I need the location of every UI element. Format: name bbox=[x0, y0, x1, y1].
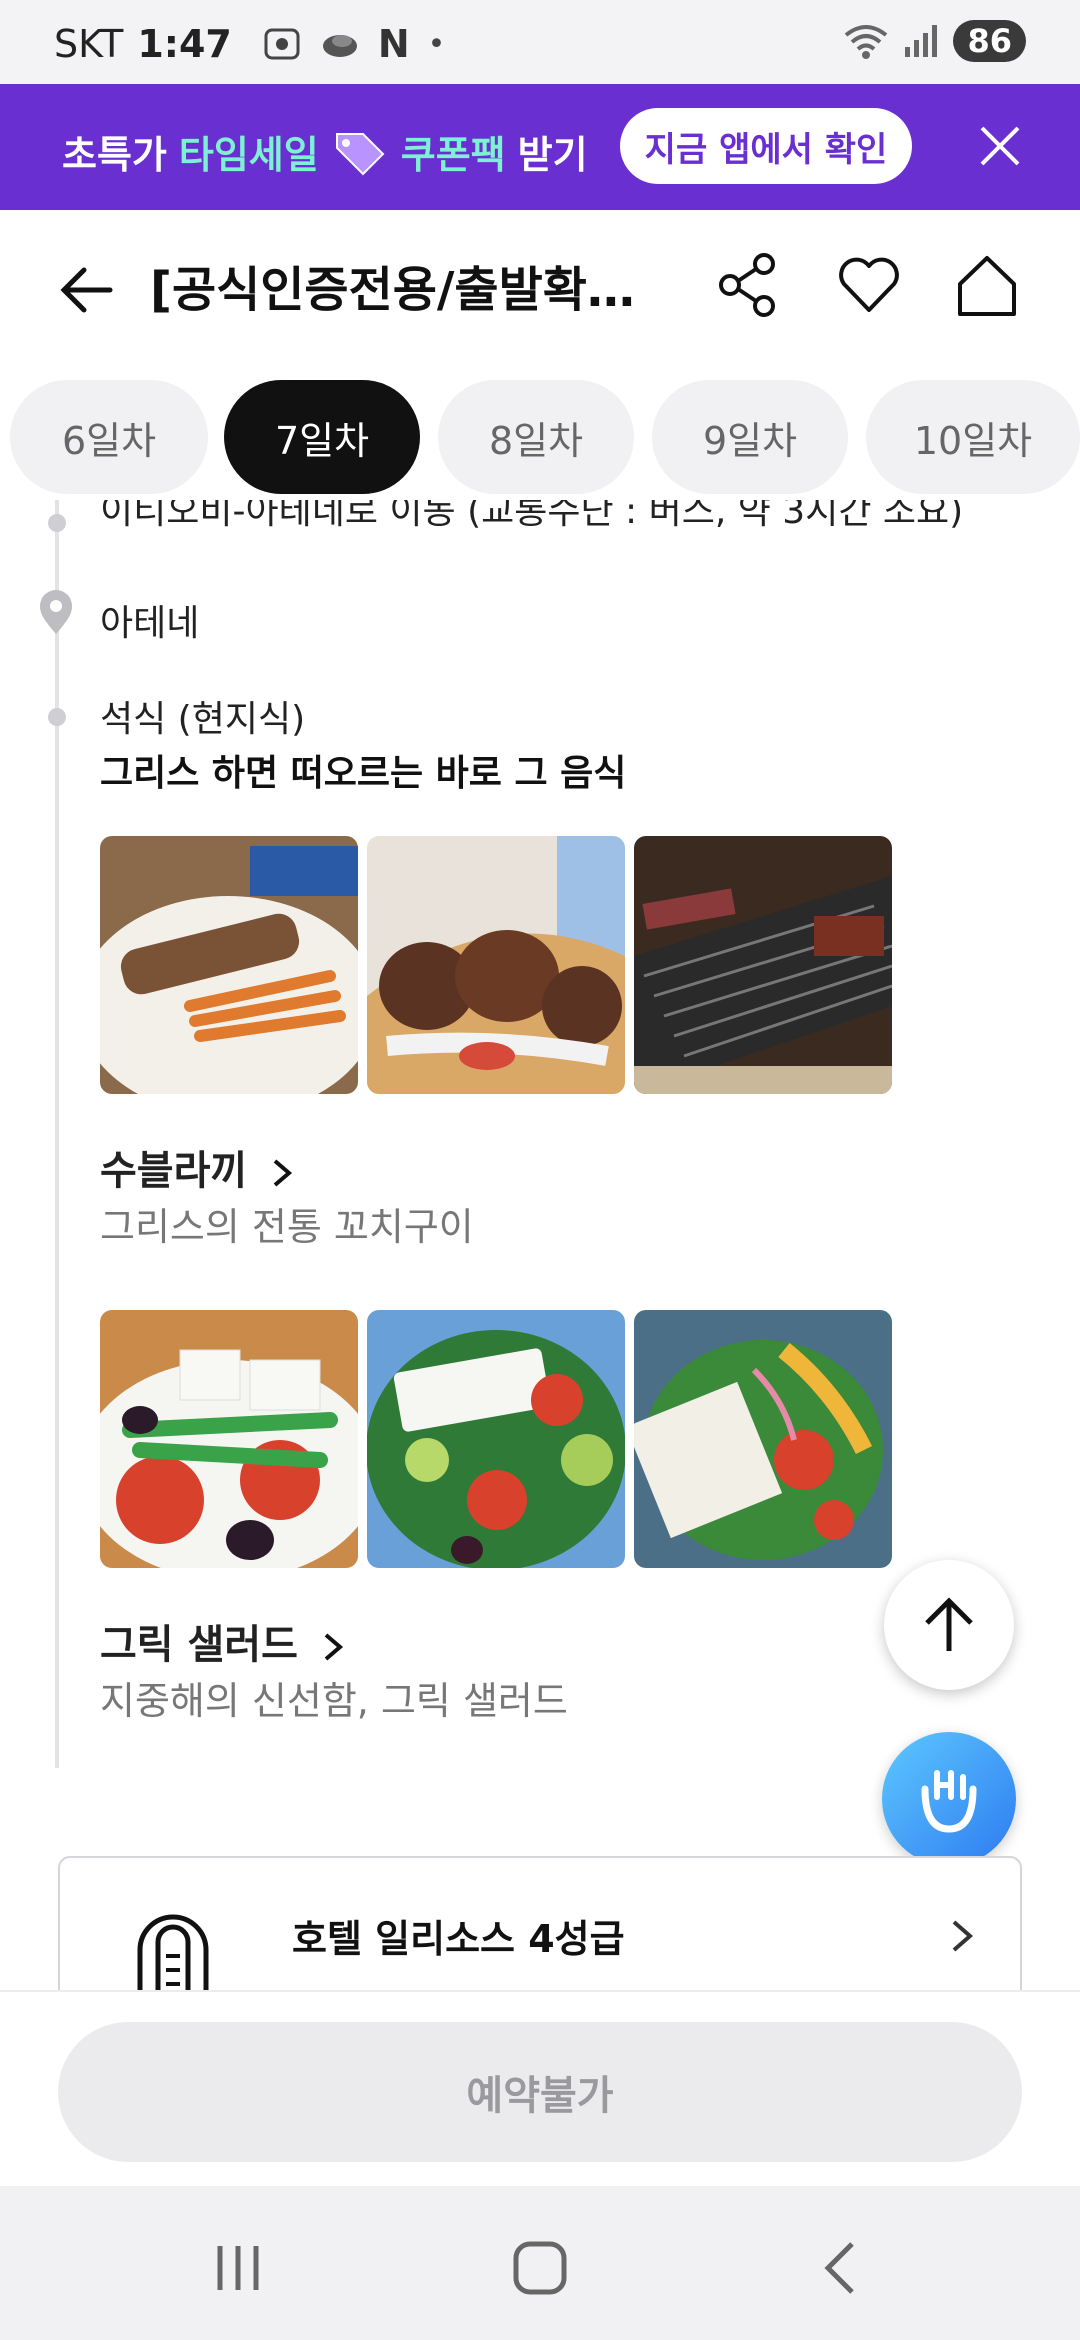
back-arrow-icon[interactable] bbox=[58, 260, 118, 320]
status-right: 86 bbox=[843, 20, 1026, 62]
dish-salad-link[interactable]: 그릭 샐러드 bbox=[100, 1612, 346, 1670]
promo-suffix: 받기 bbox=[517, 133, 588, 177]
timeline-dot bbox=[48, 514, 66, 532]
promo-text: 초특가 타임세일 쿠폰팩 받기 bbox=[62, 124, 588, 179]
cloud-icon bbox=[322, 35, 357, 57]
tab-day-10[interactable]: 10일차 bbox=[866, 380, 1080, 494]
status-left: SKT 1:47 N • bbox=[54, 22, 445, 66]
battery-badge: 86 bbox=[953, 20, 1026, 62]
day-tabs: 6일차 7일차 8일차 9일차 10일차 bbox=[0, 380, 1080, 496]
souvlaki-photos bbox=[100, 836, 892, 1094]
coupon-tag-icon bbox=[335, 132, 385, 175]
itinerary-content: 이티오비-아테네로 이동 (교통수단 : 버스, 약 3시간 소요) 아테네 석… bbox=[0, 500, 1080, 1990]
share-icon[interactable] bbox=[712, 250, 782, 320]
open-app-button[interactable]: 지금 앱에서 확인 bbox=[620, 108, 912, 184]
promo-prefix: 초특가 bbox=[62, 133, 167, 177]
promo-time-sale: 타임세일 bbox=[178, 133, 319, 177]
screenshot-icon bbox=[264, 28, 300, 60]
recent-apps-icon[interactable] bbox=[208, 2238, 268, 2298]
salad-photos bbox=[100, 1310, 892, 1568]
promo-coupon: 쿠폰팩 bbox=[400, 133, 506, 177]
tab-day-7[interactable]: 7일차 bbox=[224, 380, 420, 494]
city-name: 아테네 bbox=[100, 603, 200, 644]
carrier: SKT bbox=[54, 22, 124, 66]
chatbot-button[interactable] bbox=[882, 1732, 1016, 1866]
signal-icon bbox=[905, 25, 938, 57]
page-title: [공식인증전용/출발확정] 그리스 일주 10일 bbox=[150, 262, 650, 318]
tab-day-8[interactable]: 8일차 bbox=[438, 380, 634, 494]
dish-souvlaki-desc: 그리스의 전통 꼬치구이 bbox=[100, 1205, 474, 1249]
dish-souvlaki-link[interactable]: 수블라끼 bbox=[100, 1138, 295, 1196]
arrow-up-icon bbox=[925, 1597, 973, 1651]
meal-label: 석식 (현지식) bbox=[100, 699, 306, 740]
chevron-right-icon bbox=[324, 1633, 343, 1661]
meal-headline: 그리스 하면 떠오르는 바로 그 음식 bbox=[100, 753, 627, 794]
salad-photo-3[interactable] bbox=[634, 1310, 892, 1568]
salad-photo-2[interactable] bbox=[367, 1310, 625, 1568]
system-nav-bar bbox=[0, 2186, 1080, 2340]
promo-banner[interactable]: 초특가 타임세일 쿠폰팩 받기 지금 앱에서 확인 bbox=[0, 84, 1080, 210]
home-icon[interactable] bbox=[952, 250, 1022, 320]
status-icons: N • bbox=[262, 22, 446, 66]
bottom-action-bar: 예약불가 bbox=[0, 1990, 1080, 2186]
dot-icon: • bbox=[427, 26, 446, 62]
wifi-icon bbox=[845, 25, 888, 59]
transfer-note: 이티오비-아테네로 이동 (교통수단 : 버스, 약 3시간 소요) bbox=[100, 500, 964, 532]
status-bar: SKT 1:47 N • 86 bbox=[0, 0, 1080, 84]
scroll-to-top-button[interactable] bbox=[884, 1560, 1014, 1690]
dish-souvlaki-name: 수블라끼 bbox=[100, 1148, 248, 1194]
timeline-dot bbox=[48, 708, 66, 726]
top-header: [공식인증전용/출발확정] 그리스 일주 10일 bbox=[0, 210, 1080, 360]
hotel-name: 호텔 일리소스 4성급 bbox=[292, 1917, 625, 1961]
netflix-icon: N bbox=[377, 22, 410, 66]
close-icon[interactable] bbox=[976, 122, 1024, 170]
tab-day-6[interactable]: 6일차 bbox=[10, 380, 208, 494]
chevron-right-icon bbox=[952, 1920, 974, 1952]
home-nav-icon[interactable] bbox=[510, 2238, 570, 2298]
dish-salad-name: 그릭 샐러드 bbox=[100, 1622, 298, 1668]
heart-icon[interactable] bbox=[834, 250, 904, 320]
hi-chat-icon bbox=[921, 1770, 977, 1833]
clock: 1:47 bbox=[137, 22, 232, 66]
souvlaki-photo-3[interactable] bbox=[634, 836, 892, 1094]
reserve-button[interactable]: 예약불가 bbox=[58, 2022, 1022, 2162]
souvlaki-photo-2[interactable] bbox=[367, 836, 625, 1094]
chevron-right-icon bbox=[273, 1159, 293, 1187]
hotel-card[interactable]: 호텔 일리소스 4성급 bbox=[58, 1856, 1022, 1990]
souvlaki-photo-1[interactable] bbox=[100, 836, 358, 1094]
dish-salad-desc: 지중해의 신선함, 그릭 샐러드 bbox=[100, 1679, 568, 1723]
building-icon bbox=[137, 1914, 209, 1990]
timeline-line bbox=[55, 500, 59, 1768]
back-nav-icon[interactable] bbox=[812, 2238, 872, 2298]
location-pin-icon bbox=[40, 590, 72, 634]
salad-photo-1[interactable] bbox=[100, 1310, 358, 1568]
tab-day-9[interactable]: 9일차 bbox=[652, 380, 848, 494]
